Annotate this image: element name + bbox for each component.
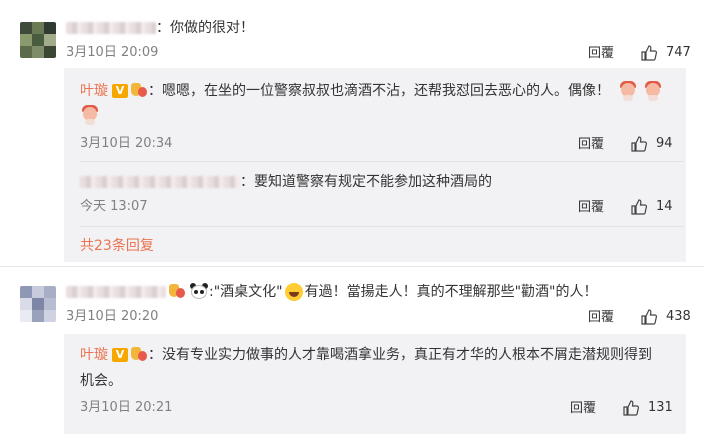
thumbs-up-icon <box>641 45 658 61</box>
username-blurred[interactable] <box>66 286 166 298</box>
reply-body: ：嗯嗯，在坐的一位警察叔叔也滴酒不沾，还帮我怼回去恶心的人。偶像！ <box>148 83 610 99</box>
username-blurred[interactable] <box>80 176 240 188</box>
like-button[interactable]: 94 <box>630 135 673 153</box>
reply-emoji-line <box>80 105 100 125</box>
avatar[interactable] <box>20 22 56 58</box>
divider <box>80 226 684 227</box>
comment-date: 3月10日 20:09 <box>66 45 159 60</box>
divider <box>0 266 704 267</box>
comment-body: ：你做的很对！ <box>156 20 254 36</box>
reply-text-line2: 机会。 <box>80 373 122 389</box>
like-button[interactable]: 14 <box>630 198 673 216</box>
more-replies-link[interactable]: 共23条回复 <box>80 236 154 256</box>
reply-date: 今天 13:07 <box>80 199 148 214</box>
like-count: 94 <box>656 136 673 151</box>
reply-button[interactable]: 回覆 <box>578 136 604 154</box>
like-count: 131 <box>648 400 673 415</box>
reply-body: ：要知道警察有规定不能参加这种酒局的 <box>240 174 492 190</box>
emoji-face-icon <box>618 81 638 101</box>
reply-text: 叶璇 V ：没有专业实力做事的人才靠喝酒拿业务，真正有才华的人根本不屑走潜规则得到 <box>80 345 652 365</box>
verified-v-icon: V <box>112 84 128 98</box>
reply-text: 叶璇 V ：嗯嗯，在坐的一位警察叔叔也滴酒不沾，还帮我怼回去恶心的人。偶像！ <box>80 81 663 101</box>
reply-username[interactable]: 叶璇 <box>80 347 108 363</box>
verified-v-icon: V <box>112 348 128 362</box>
emoji-face-icon <box>643 81 663 101</box>
reply-username[interactable]: 叶璇 <box>80 83 108 99</box>
medal-icon <box>130 347 148 363</box>
like-button[interactable]: 131 <box>622 399 673 417</box>
reply-date: 3月10日 20:34 <box>80 136 173 151</box>
like-count: 747 <box>666 45 691 60</box>
thumbs-up-icon <box>641 309 658 325</box>
reply-date: 3月10日 20:21 <box>80 400 173 415</box>
comment-date: 3月10日 20:20 <box>66 309 159 324</box>
reply-button[interactable]: 回覆 <box>588 309 614 327</box>
reply-text: ：要知道警察有规定不能参加这种酒局的 <box>80 172 492 192</box>
like-button[interactable]: 438 <box>640 308 691 326</box>
thumbs-up-icon <box>623 400 640 416</box>
reply-button[interactable]: 回覆 <box>570 400 596 418</box>
panda-icon <box>189 283 209 301</box>
like-count: 14 <box>656 199 673 214</box>
thumbs-up-icon <box>631 136 648 152</box>
thumbs-up-icon <box>631 199 648 215</box>
like-button[interactable]: 747 <box>640 44 691 62</box>
reply-body: ：没有专业实力做事的人才靠喝酒拿业务，真正有才华的人根本不屑走潜规则得到 <box>148 347 652 363</box>
emoji-face-icon <box>80 105 100 125</box>
comment-text: :"酒桌文化" 有過！當揚走人！真的不理解那些"勸酒"的人！ <box>66 282 598 302</box>
like-count: 438 <box>666 309 691 324</box>
medal-icon <box>168 284 186 300</box>
avatar[interactable] <box>20 286 56 322</box>
comment-text: ：你做的很对！ <box>66 18 254 38</box>
comment-body: :"酒桌文化" <box>209 284 283 300</box>
laugh-icon <box>284 283 303 301</box>
reply-button[interactable]: 回覆 <box>588 45 614 63</box>
medal-icon <box>130 83 148 99</box>
reply-button[interactable]: 回覆 <box>578 199 604 217</box>
comment-body-2: 有過！當揚走人！真的不理解那些"勸酒"的人！ <box>304 284 598 300</box>
username-blurred[interactable] <box>66 22 156 34</box>
divider <box>80 161 684 162</box>
